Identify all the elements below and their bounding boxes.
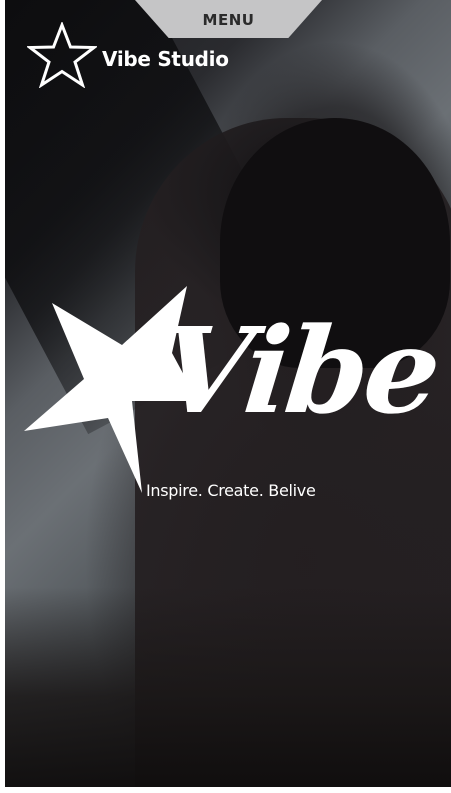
app-screen: MENU Vibe Studio Vibe Inspire. Create. B… [0, 0, 451, 793]
brand-logo-link[interactable]: Vibe Studio [27, 22, 229, 88]
hero-ground-shade [5, 587, 451, 787]
star-outline-icon [27, 22, 97, 88]
brand-name: Vibe Studio [102, 47, 229, 71]
hero-logo-wordmark: Vibe [152, 301, 444, 440]
hero-tagline: Inspire. Create. Belive [146, 481, 316, 500]
